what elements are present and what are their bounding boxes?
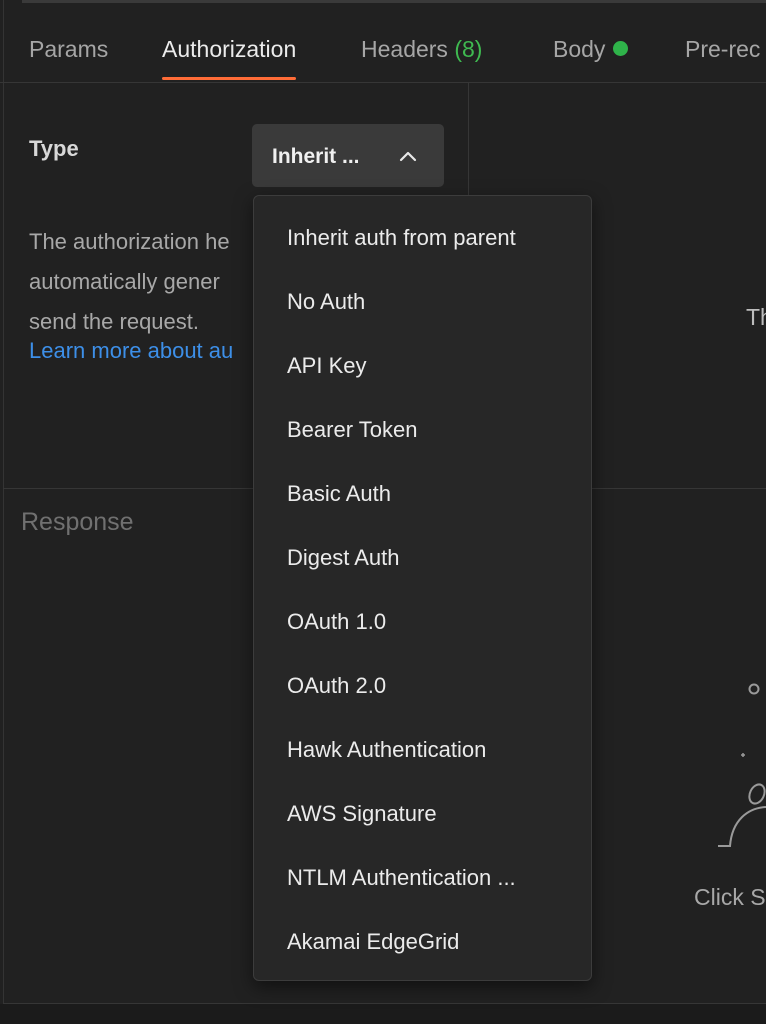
status-dot-icon: [613, 41, 629, 56]
chevron-up-icon: [399, 151, 417, 162]
headers-count-badge: (8): [454, 36, 483, 62]
menu-item-ntlm-auth[interactable]: NTLM Authentication ...: [254, 846, 591, 910]
right-panel-text: Th: [746, 304, 766, 330]
auth-type-selected-value: Inherit ...: [272, 145, 360, 168]
tab-headers[interactable]: Headers (8): [361, 36, 482, 63]
menu-item-hawk-auth[interactable]: Hawk Authentication: [254, 718, 591, 782]
menu-item-aws-signature[interactable]: AWS Signature: [254, 782, 591, 846]
menu-item-akamai-edgegrid[interactable]: Akamai EdgeGrid: [254, 910, 591, 974]
tab-params-label: Params: [29, 36, 109, 62]
learn-more-link[interactable]: Learn more about au: [29, 338, 233, 364]
menu-item-digest-auth[interactable]: Digest Auth: [254, 526, 591, 590]
auth-type-label: Type: [29, 136, 79, 161]
menu-item-oauth-1[interactable]: OAuth 1.0: [254, 590, 591, 654]
tab-body[interactable]: Body: [553, 36, 629, 63]
tab-authorization[interactable]: Authorization: [162, 36, 297, 80]
auth-type-dropdown-menu: Inherit auth from parent No Auth API Key…: [253, 195, 592, 981]
active-tab-indicator: [162, 77, 297, 80]
auth-type-select[interactable]: Inherit ...: [252, 124, 444, 187]
request-tabs: Params Authorization Headers (8) Body Pr…: [0, 3, 766, 83]
menu-item-oauth-2[interactable]: OAuth 2.0: [254, 654, 591, 718]
response-title: Response: [21, 508, 134, 536]
tab-authorization-label: Authorization: [162, 36, 297, 62]
menu-item-no-auth[interactable]: No Auth: [254, 270, 591, 334]
status-bar: [0, 1004, 766, 1024]
astronaut-illustration-icon: [718, 683, 766, 847]
menu-item-basic-auth[interactable]: Basic Auth: [254, 462, 591, 526]
panel-border: [3, 0, 4, 1010]
tab-body-label: Body: [553, 36, 606, 62]
tab-params[interactable]: Params: [29, 36, 108, 63]
tab-pre-request-label: Pre-rec: [685, 36, 761, 62]
tab-headers-label: Headers: [361, 36, 448, 62]
menu-item-bearer-token[interactable]: Bearer Token: [254, 398, 591, 462]
response-hint: Click S: [694, 884, 766, 910]
menu-item-inherit-auth[interactable]: Inherit auth from parent: [254, 206, 591, 270]
tab-pre-request-script[interactable]: Pre-rec: [685, 36, 760, 63]
menu-item-api-key[interactable]: API Key: [254, 334, 591, 398]
